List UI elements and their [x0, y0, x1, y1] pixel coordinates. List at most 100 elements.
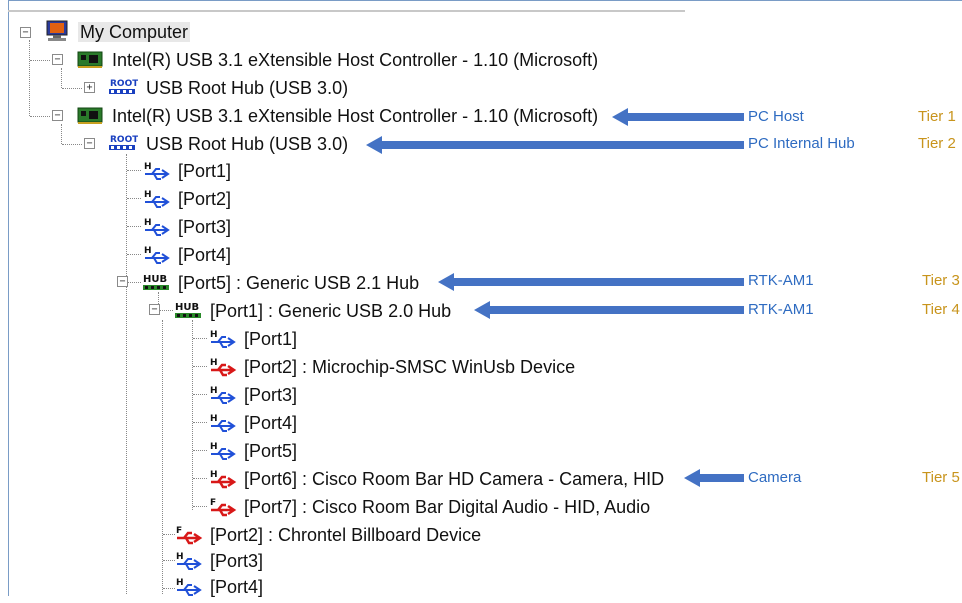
tree-node-my-computer[interactable]: My Computer — [78, 19, 191, 45]
node-label: [Port1] — [178, 161, 232, 181]
tree-node-hub[interactable]: [Port5] : Generic USB 2.1 Hub — [176, 270, 421, 296]
host-controller-icon — [76, 48, 106, 70]
node-label: [Port3] — [244, 385, 298, 405]
tree-node-port[interactable]: [Port5] — [242, 438, 299, 464]
annotation-label: PC Internal Hub — [748, 135, 855, 152]
node-label: [Port5] — [244, 441, 298, 461]
collapse-toggle[interactable]: − — [52, 110, 63, 121]
svg-text:H: H — [176, 578, 184, 588]
tree-connector — [30, 116, 50, 117]
tree-node-port[interactable]: [Port3] — [242, 382, 299, 408]
svg-text:H: H — [144, 246, 152, 256]
svg-text:F: F — [176, 526, 182, 536]
tree-connector — [193, 394, 207, 395]
node-label: [Port4] — [210, 577, 264, 597]
annotation-label: Camera — [748, 469, 802, 486]
usb-port-icon: H — [208, 412, 238, 434]
usb-port-icon: H — [142, 216, 172, 238]
annotation-arrow — [366, 136, 744, 154]
tree-connector — [127, 170, 141, 171]
usb-port-icon: H — [208, 328, 238, 350]
svg-text:H: H — [210, 470, 218, 480]
tree-node-hub[interactable]: [Port1] : Generic USB 2.0 Hub — [208, 298, 453, 324]
node-label: [Port2] : Chrontel Billboard Device — [210, 525, 482, 545]
svg-text:H: H — [144, 162, 152, 172]
tree-node-host-controller[interactable]: Intel(R) USB 3.1 eXtensible Host Control… — [110, 47, 600, 73]
usb-port-icon: H — [142, 160, 172, 182]
usb-port-icon: H — [142, 188, 172, 210]
tree-node-port[interactable]: [Port4] — [208, 574, 265, 600]
tier-label: Tier 3 — [922, 272, 960, 289]
usb-port-icon: H — [142, 244, 172, 266]
node-label: [Port2] — [178, 189, 232, 209]
annotation-label: PC Host — [748, 108, 804, 125]
collapse-toggle[interactable]: − — [117, 276, 128, 287]
collapse-toggle[interactable]: − — [84, 138, 95, 149]
tree-connector — [62, 144, 82, 145]
root-hub-icon-text: ROOT — [110, 79, 138, 89]
node-label: [Port1] — [244, 329, 298, 349]
tier-label: Tier 2 — [918, 135, 956, 152]
node-label: Intel(R) USB 3.1 eXtensible Host Control… — [112, 50, 599, 70]
tree-node-port[interactable]: [Port1] — [176, 158, 233, 184]
tree-node-port[interactable]: [Port4] — [242, 410, 299, 436]
tree-connector — [127, 226, 141, 227]
tree-node-device[interactable]: [Port7] : Cisco Room Bar Digital Audio -… — [242, 494, 652, 520]
node-label: My Computer — [78, 22, 191, 42]
tree-node-port[interactable]: [Port3] — [176, 214, 233, 240]
usb-port-icon: H — [208, 440, 238, 462]
usb-device-tree: − − + − − − − My Computer Intel(R) USB 3… — [0, 0, 700, 598]
tree-node-port[interactable]: [Port2] — [176, 186, 233, 212]
tree-node-port[interactable]: [Port3] — [208, 548, 265, 574]
svg-text:H: H — [210, 386, 218, 396]
tree-connector — [62, 88, 82, 89]
node-label: [Port3] — [178, 217, 232, 237]
tree-node-port[interactable]: [Port4] — [176, 242, 233, 268]
tree-connector — [61, 68, 62, 88]
tree-connector — [193, 366, 207, 367]
tree-connector — [61, 124, 62, 144]
svg-text:ROOT: ROOT — [110, 135, 138, 145]
tree-node-device[interactable]: [Port6] : Cisco Room Bar HD Camera - Cam… — [242, 466, 666, 492]
tree-connector — [192, 320, 193, 510]
tree-connector — [29, 40, 30, 116]
tree-connector — [127, 282, 141, 283]
usb-device-icon: F — [174, 524, 204, 546]
tree-node-device[interactable]: [Port2] : Chrontel Billboard Device — [208, 522, 483, 548]
annotation-label: RTK-AM1 — [748, 301, 814, 318]
collapse-toggle[interactable]: − — [52, 54, 63, 65]
collapse-toggle[interactable]: − — [20, 27, 31, 38]
svg-text:H: H — [144, 218, 152, 228]
node-label: USB Root Hub (USB 3.0) — [146, 78, 349, 98]
root-hub-icon: ROOT — [108, 76, 139, 98]
svg-text:HUB: HUB — [175, 302, 199, 313]
svg-text:H: H — [176, 552, 184, 562]
tree-node-port[interactable]: [Port1] — [242, 326, 299, 352]
hub-icon: HUB — [142, 272, 172, 294]
tier-label: Tier 1 — [918, 108, 956, 125]
root-hub-icon: ROOT — [108, 132, 139, 154]
usb-device-icon: H — [208, 468, 238, 490]
tree-connector — [193, 422, 207, 423]
node-label: [Port7] : Cisco Room Bar Digital Audio -… — [244, 497, 651, 517]
usb-port-icon: H — [174, 576, 204, 598]
node-label: Intel(R) USB 3.1 eXtensible Host Control… — [112, 106, 599, 126]
tree-connector — [193, 450, 207, 451]
svg-text:H: H — [210, 330, 218, 340]
collapse-toggle[interactable]: − — [149, 304, 160, 315]
node-label: [Port1] : Generic USB 2.0 Hub — [210, 301, 452, 321]
tree-connector — [127, 254, 141, 255]
computer-icon — [44, 20, 74, 42]
tree-node-root-hub[interactable]: USB Root Hub (USB 3.0) — [144, 75, 350, 101]
node-label: [Port4] — [244, 413, 298, 433]
usb-device-icon: H — [208, 356, 238, 378]
tree-node-host-controller[interactable]: Intel(R) USB 3.1 eXtensible Host Control… — [110, 103, 600, 129]
node-label: [Port5] : Generic USB 2.1 Hub — [178, 273, 420, 293]
tree-connector — [193, 478, 207, 479]
tree-node-root-hub[interactable]: USB Root Hub (USB 3.0) — [144, 131, 350, 157]
svg-text:HUB: HUB — [143, 274, 167, 285]
tier-label: Tier 4 — [922, 301, 960, 318]
tree-node-device[interactable]: [Port2] : Microchip-SMSC WinUsb Device — [242, 354, 577, 380]
svg-text:H: H — [210, 414, 218, 424]
expand-toggle[interactable]: + — [84, 82, 95, 93]
